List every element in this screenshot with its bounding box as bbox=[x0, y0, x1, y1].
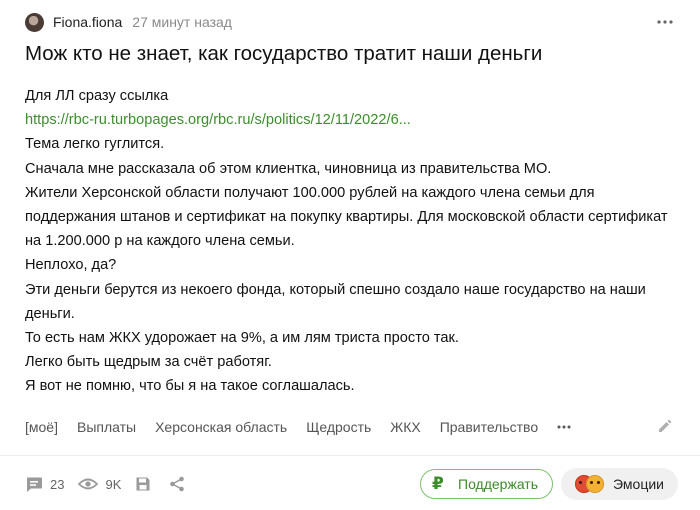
post-body: Для ЛЛ сразу ссылка https://rbc-ru.turbo… bbox=[25, 84, 680, 399]
tag-list: [моё] Выплаты Херсонская область Щедрост… bbox=[25, 416, 675, 438]
eye-icon bbox=[78, 478, 99, 490]
tag-item[interactable]: Выплаты bbox=[77, 419, 136, 435]
post-title[interactable]: Мож кто не знает, как государство тратит… bbox=[25, 40, 675, 68]
body-line: Легко быть щедрым за счёт работяг. bbox=[25, 354, 272, 371]
body-line: Эти деньги берутся из некоего фонда, кот… bbox=[25, 281, 646, 322]
post-link[interactable]: https://rbc-ru.turbopages.org/rbc.ru/s/p… bbox=[25, 112, 411, 128]
more-tags-icon[interactable] bbox=[557, 425, 575, 429]
support-button[interactable]: ₽ Поддержать bbox=[420, 469, 554, 499]
views-stat: 9K bbox=[78, 477, 121, 492]
body-line: Сначала мне рассказала об этом клиентка,… bbox=[25, 160, 552, 177]
sad-emoji-icon bbox=[586, 475, 605, 493]
post-time: 27 минут назад bbox=[132, 14, 232, 30]
emoji-icon bbox=[575, 474, 605, 494]
body-line: Жители Херсонской области получают 100.0… bbox=[25, 184, 668, 250]
body-line: Для ЛЛ сразу ссылка bbox=[25, 88, 169, 104]
tag-item[interactable]: Правительство bbox=[440, 419, 538, 435]
more-options-icon[interactable] bbox=[656, 13, 674, 31]
tag-item[interactable]: ЖКХ bbox=[390, 419, 420, 435]
tag-item[interactable]: Щедрость bbox=[306, 419, 371, 435]
ruble-icon: ₽ bbox=[432, 474, 444, 493]
comments-stat[interactable]: 23 bbox=[25, 476, 64, 493]
post-footer: 23 9K ₽ Поддержать Эмоции bbox=[25, 468, 678, 500]
comment-icon bbox=[27, 477, 42, 492]
divider bbox=[0, 455, 700, 456]
save-icon[interactable] bbox=[135, 476, 151, 492]
body-line: Неплохо, да? bbox=[25, 257, 117, 274]
avatar[interactable] bbox=[25, 12, 44, 32]
support-label: Поддержать bbox=[458, 476, 539, 492]
emotions-label: Эмоции bbox=[613, 476, 664, 492]
body-line: Тема легко гуглится. bbox=[25, 136, 165, 153]
emotions-button[interactable]: Эмоции bbox=[561, 468, 678, 500]
tag-item[interactable]: [моё] bbox=[25, 419, 58, 435]
body-line: Я вот не помню, что бы я на такое соглаш… bbox=[25, 378, 355, 395]
body-line: То есть нам ЖКХ удорожает на 9%, а им ля… bbox=[25, 330, 459, 347]
views-count: 9K bbox=[105, 476, 122, 492]
tag-item[interactable]: Херсонская область bbox=[155, 419, 287, 435]
author-name[interactable]: Fiona.fiona bbox=[53, 14, 122, 30]
comments-count: 23 bbox=[50, 476, 65, 492]
post-header: Fiona.fiona 27 минут назад bbox=[25, 11, 674, 33]
share-icon[interactable] bbox=[169, 476, 185, 492]
pencil-icon[interactable] bbox=[657, 418, 675, 436]
